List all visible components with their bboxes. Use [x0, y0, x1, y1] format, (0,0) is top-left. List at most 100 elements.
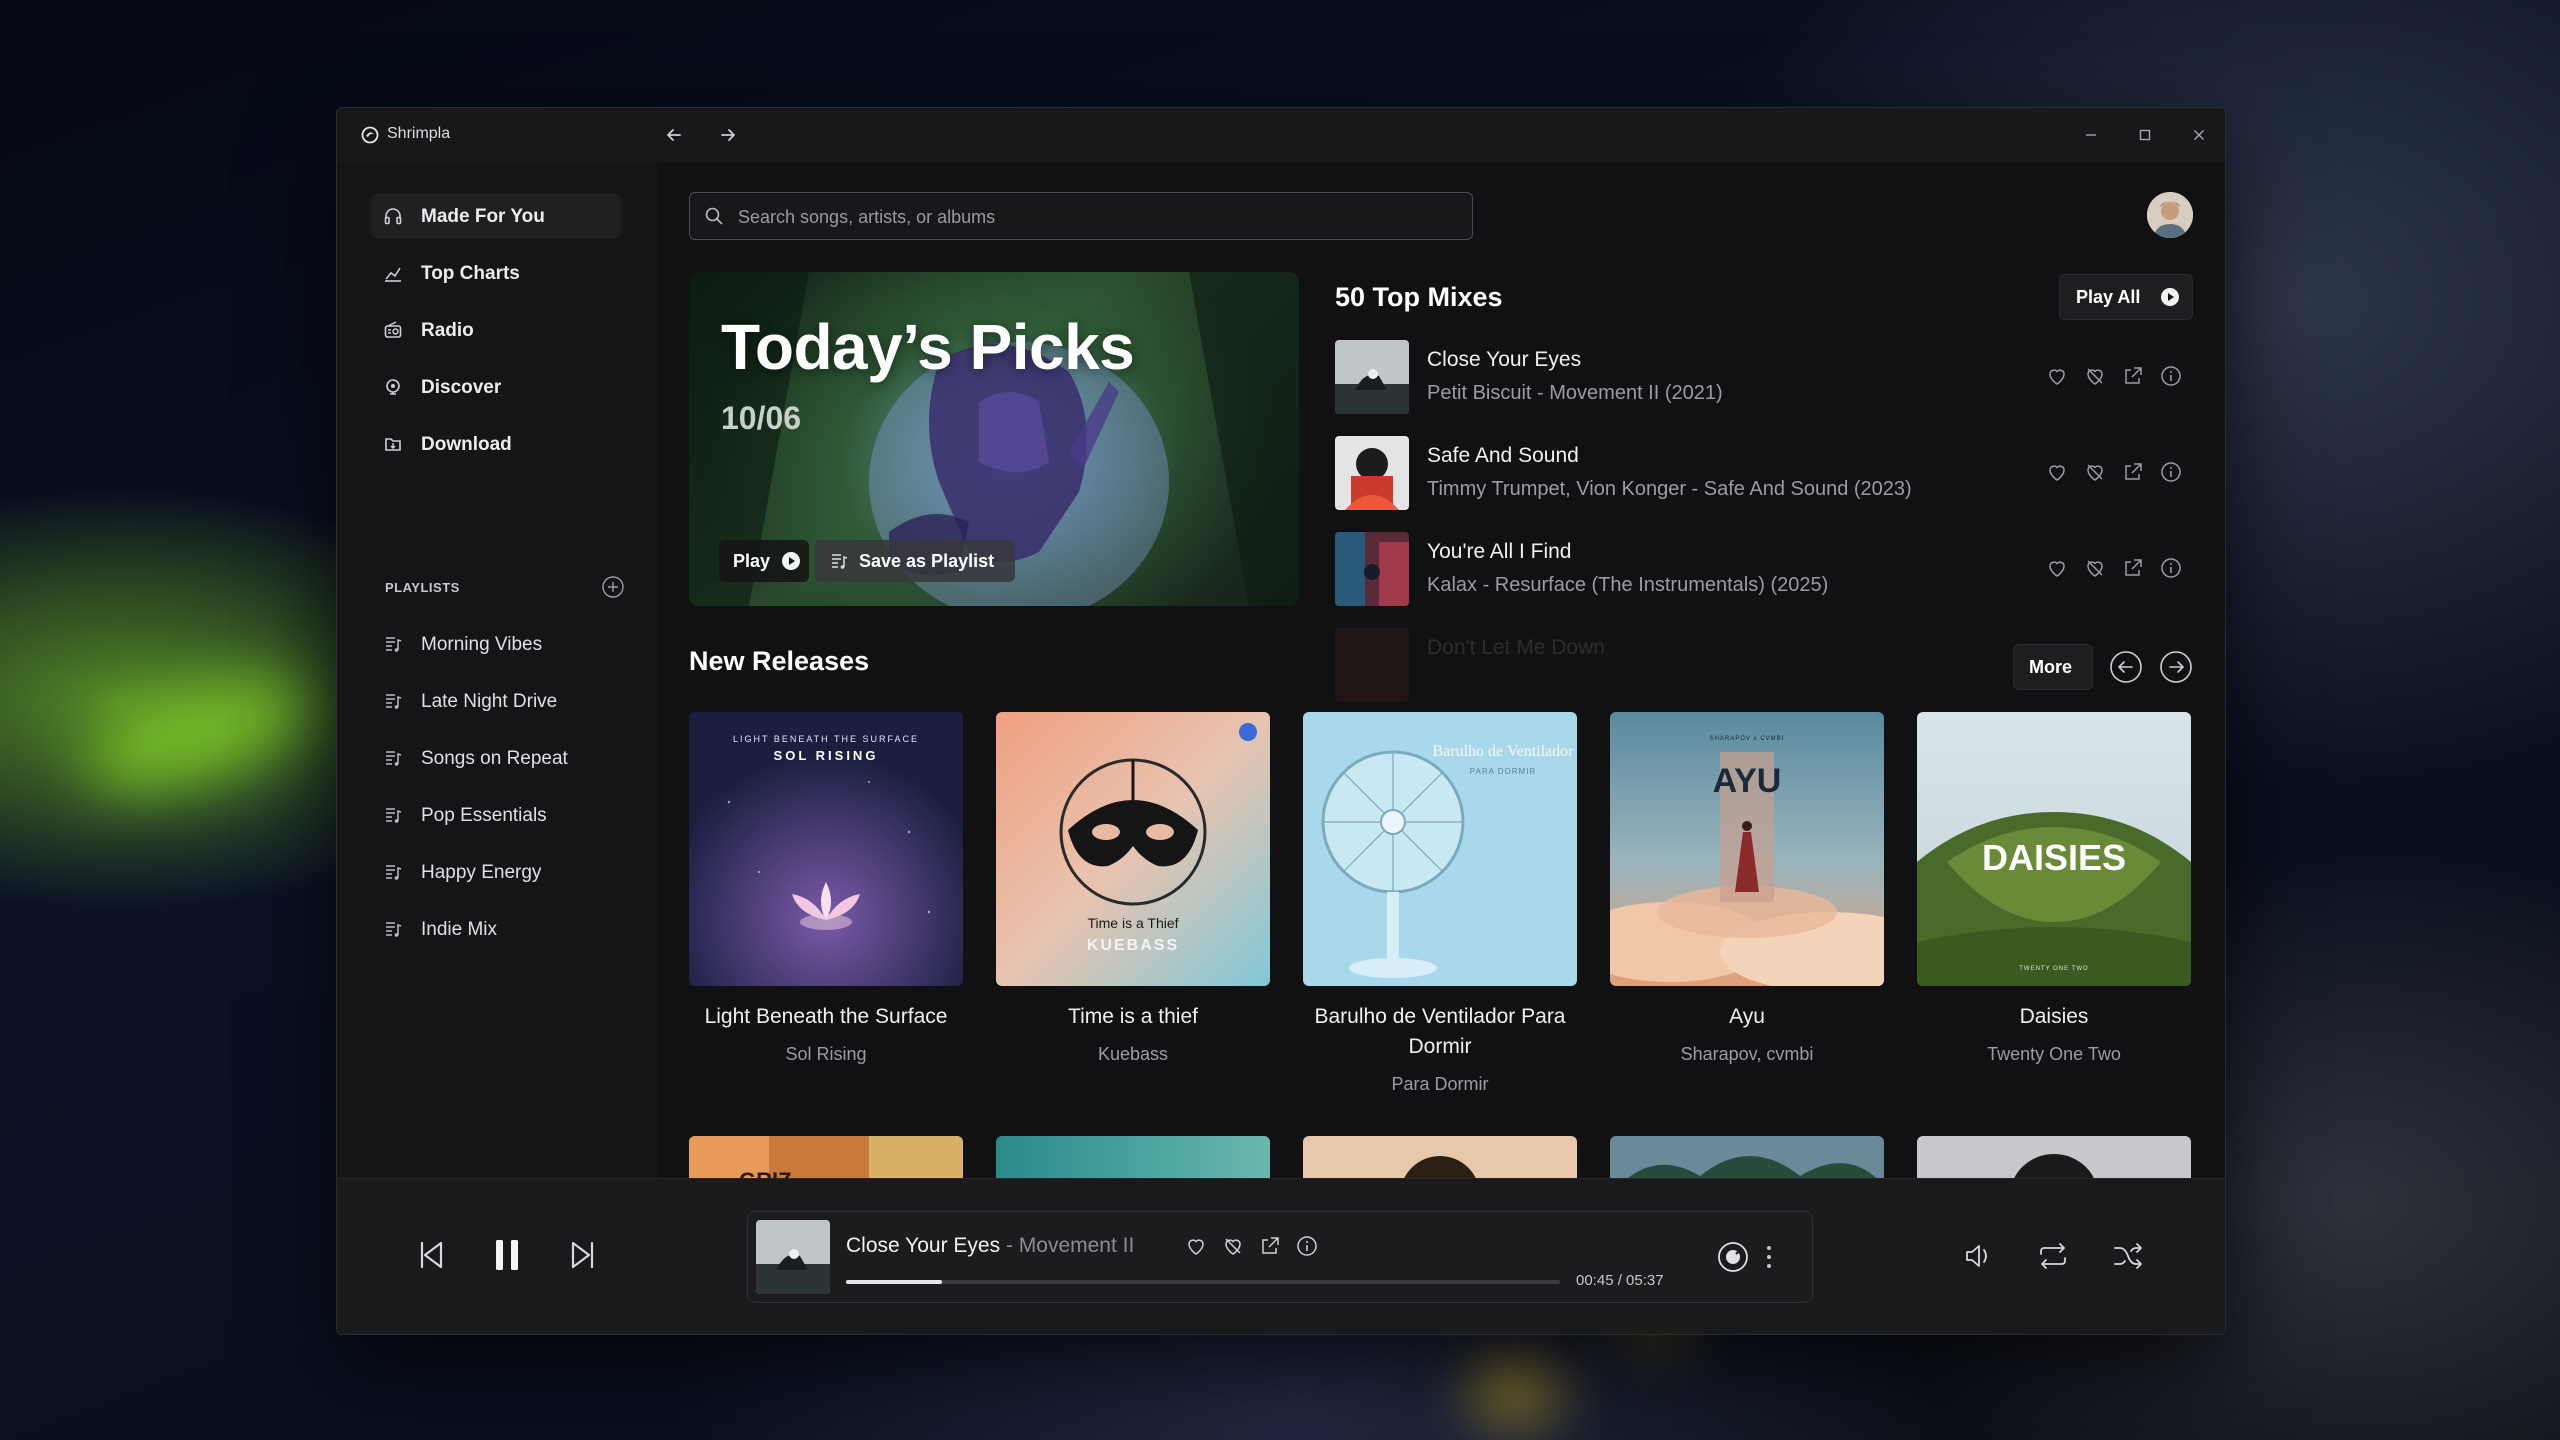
- now-playing-thumbnail: [756, 1220, 830, 1294]
- search-bar[interactable]: [689, 192, 1473, 241]
- play-all-label: Play All: [2076, 287, 2141, 307]
- carousel-next-icon[interactable]: [2159, 650, 2193, 684]
- track-thumbnail: [1335, 532, 1409, 606]
- heart-icon[interactable]: [2045, 460, 2069, 484]
- sidebar-item-label: Top Charts: [421, 263, 520, 284]
- close-icon[interactable]: [2186, 122, 2212, 148]
- playlist-label: Indie Mix: [421, 919, 498, 940]
- album-title: Daisies: [2019, 1005, 2089, 1028]
- share-icon[interactable]: [1258, 1234, 1282, 1258]
- album-artist: Kuebass: [1097, 1044, 1169, 1064]
- avatar[interactable]: [2147, 192, 2193, 238]
- playlist-add-icon: [832, 554, 848, 569]
- sidebar-item-top-charts[interactable]: Top Charts: [371, 251, 621, 295]
- play-all-button[interactable]: Play All: [2059, 274, 2193, 320]
- playlist-icon: [386, 808, 402, 823]
- more-button[interactable]: More: [2013, 644, 2093, 690]
- album-cover-text: AYU: [1713, 762, 1782, 800]
- track-subtitle: Petit Biscuit - Movement II (2021): [1427, 382, 1723, 404]
- album-cover-text: TWENTY ONE TWO: [2019, 966, 2088, 972]
- track-row[interactable]: Safe And Sound Timmy Trumpet, Vion Konge…: [1335, 436, 2185, 516]
- pause-icon[interactable]: [487, 1233, 527, 1277]
- progress-bar[interactable]: [846, 1280, 1560, 1284]
- album-cover-text: LIGHT BENEATH THE SURFACE: [733, 734, 919, 744]
- forward-arrow-icon[interactable]: [715, 122, 741, 148]
- sidebar: Made For You Top Charts Radio Discover D…: [337, 162, 657, 1179]
- album-cover-text: PARA DORMIR: [1470, 767, 1536, 776]
- now-playing-card[interactable]: Close Your Eyes - Movement II 00:45 / 05…: [747, 1211, 1813, 1303]
- maximize-icon[interactable]: [2132, 122, 2158, 148]
- album-title: Light Beneath the Surface: [704, 1005, 948, 1028]
- heart-icon[interactable]: [2045, 364, 2069, 388]
- album-artist: Twenty One Two: [1987, 1044, 2121, 1064]
- share-icon[interactable]: [2121, 460, 2145, 484]
- playlist-label: Late Night Drive: [421, 691, 558, 712]
- track-thumbnail: [1335, 340, 1409, 414]
- previous-track-icon[interactable]: [411, 1233, 451, 1277]
- save-as-playlist-button[interactable]: Save as Playlist: [815, 540, 1015, 582]
- more-options-icon[interactable]: [1762, 1240, 1776, 1274]
- download-icon: [385, 438, 401, 451]
- back-arrow-icon[interactable]: [661, 122, 687, 148]
- sidebar-playlist-item[interactable]: Morning Vibes: [371, 622, 621, 666]
- album-card[interactable]: GRIZ: [689, 1136, 963, 1179]
- sidebar-item-discover[interactable]: Discover: [371, 365, 621, 409]
- sidebar-playlist-item[interactable]: Pop Essentials: [371, 793, 621, 837]
- info-icon[interactable]: [1295, 1234, 1319, 1258]
- dislike-icon[interactable]: [1221, 1234, 1245, 1258]
- app-window: Shrimpla Made For You Top Charts Radio D…: [336, 107, 2226, 1335]
- dislike-icon[interactable]: [2083, 364, 2107, 388]
- sidebar-playlist-item[interactable]: Late Night Drive: [371, 679, 621, 723]
- album-artist: Sol Rising: [785, 1044, 867, 1064]
- background-glow: [71, 655, 329, 815]
- minimize-icon[interactable]: [2078, 122, 2104, 148]
- user-avatar-icon: [2147, 192, 2193, 238]
- playlists-header: PLAYLISTS: [385, 580, 460, 595]
- heart-icon[interactable]: [1184, 1234, 1208, 1258]
- sidebar-item-made-for-you[interactable]: Made For You: [371, 194, 621, 238]
- playlist-icon: [386, 751, 402, 766]
- headphones-icon: [384, 208, 402, 225]
- add-playlist-icon[interactable]: [601, 575, 625, 599]
- dislike-icon[interactable]: [2083, 556, 2107, 580]
- share-icon[interactable]: [2121, 556, 2145, 580]
- track-subtitle: Timmy Trumpet, Vion Konger - Safe And So…: [1427, 478, 1912, 500]
- more-label: More: [2029, 657, 2073, 677]
- info-icon[interactable]: [2159, 460, 2183, 484]
- repeat-icon[interactable]: [2034, 1237, 2072, 1275]
- now-playing-actions: [1184, 1234, 1317, 1260]
- sidebar-playlist-item[interactable]: Happy Energy: [371, 850, 621, 894]
- album-card[interactable]: [1303, 1136, 1577, 1179]
- album-card[interactable]: [996, 1136, 1270, 1179]
- playlist-label: Songs on Repeat: [421, 748, 568, 769]
- lyrics-mic-icon[interactable]: [1716, 1240, 1750, 1274]
- info-icon[interactable]: [2159, 364, 2183, 388]
- album-card[interactable]: [1917, 1136, 2191, 1179]
- track-row[interactable]: You're All I Find Kalax - Resurface (The…: [1335, 532, 2185, 612]
- sidebar-item-radio[interactable]: Radio: [371, 308, 621, 352]
- track-name: Close Your Eyes: [1427, 348, 1582, 371]
- track-name: Safe And Sound: [1427, 444, 1579, 467]
- shuffle-icon[interactable]: [2109, 1237, 2147, 1275]
- carousel-prev-icon[interactable]: [2109, 650, 2143, 684]
- sidebar-item-download[interactable]: Download: [371, 422, 621, 466]
- dislike-icon[interactable]: [2083, 460, 2107, 484]
- chart-icon: [385, 267, 401, 282]
- track-row[interactable]: Close Your Eyes Petit Biscuit - Movement…: [1335, 340, 2185, 420]
- next-track-icon[interactable]: [563, 1233, 603, 1277]
- sidebar-playlist-item[interactable]: Indie Mix: [371, 907, 621, 951]
- album-cover: Barulho de Ventilador PARA DORMIR: [1303, 712, 1577, 986]
- playback-time: 00:45 / 05:37: [1576, 1272, 1664, 1289]
- hero-play-button[interactable]: Play: [719, 540, 809, 582]
- info-icon[interactable]: [2159, 556, 2183, 580]
- todays-picks-hero[interactable]: Today’s Picks 10/06 Play Save as Playlis…: [689, 272, 1299, 606]
- album-artist: Para Dormir: [1391, 1074, 1489, 1094]
- track-actions: [2045, 556, 2185, 582]
- volume-icon[interactable]: [1959, 1237, 1997, 1275]
- album-title: Ayu: [1729, 1005, 1765, 1028]
- sidebar-playlist-item[interactable]: Songs on Repeat: [371, 736, 621, 780]
- share-icon[interactable]: [2121, 364, 2145, 388]
- search-input[interactable]: [736, 193, 1460, 241]
- album-card[interactable]: [1610, 1136, 1884, 1179]
- heart-icon[interactable]: [2045, 556, 2069, 580]
